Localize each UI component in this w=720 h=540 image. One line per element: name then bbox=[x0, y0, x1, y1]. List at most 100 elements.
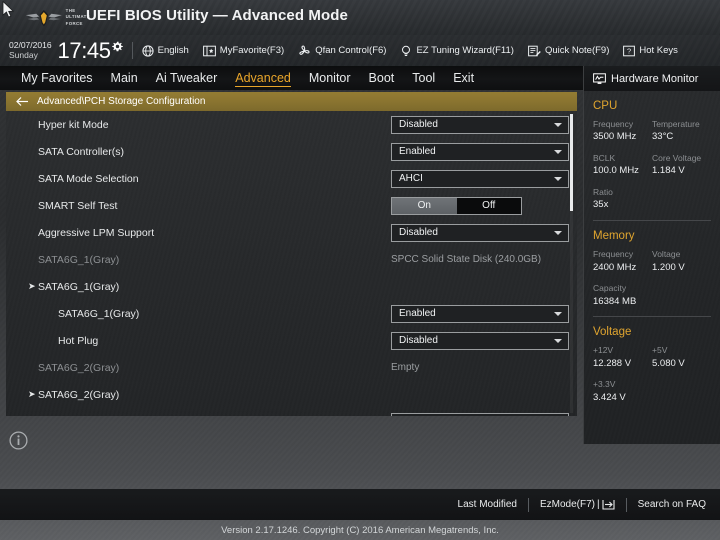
hwm-metric-value: 100.0 MHz bbox=[593, 165, 639, 177]
tab-my-favorites[interactable]: My Favorites bbox=[12, 66, 102, 90]
hwm-metric-value: 33°C bbox=[652, 131, 674, 143]
setting-toggle[interactable]: On Off bbox=[391, 196, 522, 215]
settings-scrollbar[interactable] bbox=[570, 114, 573, 413]
settings-list: Hyper kit Mode Disabled SATA Controller(s)… bbox=[6, 111, 569, 416]
tab-monitor[interactable]: Monitor bbox=[300, 66, 360, 90]
version-text: Version 2.17.1246. Copyright (C) 2016 Am… bbox=[221, 524, 499, 536]
language-button[interactable]: English bbox=[142, 44, 189, 57]
hwm-metric-label: Temperature bbox=[652, 119, 700, 129]
bios-screen: THE ULTIMATE FORCE UEFI BIOS Utility — A… bbox=[0, 0, 720, 540]
hwm-metric-value: 5.080 V bbox=[652, 357, 685, 369]
language-label: English bbox=[157, 45, 189, 56]
setting-label: SATA6G_1(Gray) bbox=[58, 307, 140, 320]
hwm-metric-label: Core Voltage bbox=[652, 153, 702, 164]
hwm-metric: +5V 5.080 V bbox=[652, 344, 711, 370]
page-title: UEFI BIOS Utility — Advanced Mode bbox=[86, 7, 348, 24]
bottom-bar: Last Modified EzMode(F7) | Search on FAQ bbox=[0, 489, 720, 520]
setting-dropdown[interactable]: Enabled bbox=[391, 142, 569, 161]
info-circle-icon[interactable] bbox=[9, 431, 28, 450]
globe-icon bbox=[142, 44, 154, 57]
chevron-down-icon[interactable] bbox=[554, 149, 562, 154]
tab-advanced[interactable]: Advanced bbox=[226, 66, 300, 90]
ez-tuning-wizard-button[interactable]: EZ Tuning Wizard(F11) bbox=[400, 45, 514, 57]
toggle-on-segment[interactable]: On bbox=[392, 197, 457, 214]
search-on-faq-button[interactable]: Search on FAQ bbox=[638, 499, 706, 510]
fan-icon bbox=[299, 44, 310, 55]
setting-dropdown[interactable]: Disabled bbox=[391, 331, 569, 350]
setting-row: SATA Controller(s) Enabled bbox=[6, 138, 569, 165]
tab-ai-tweaker[interactable]: Ai Tweaker bbox=[147, 66, 227, 90]
hwm-metric-value: 12.288 V bbox=[593, 357, 632, 369]
ezmode-button[interactable]: EzMode(F7) | bbox=[540, 499, 615, 510]
note-icon bbox=[528, 45, 541, 56]
myfavorite-button[interactable]: MyFavorite(F3) bbox=[202, 45, 284, 57]
hot-keys-button[interactable]: ? Hot Keys bbox=[623, 45, 678, 57]
setting-label: SATA Mode Selection bbox=[38, 172, 139, 185]
clock-value: 17:45 bbox=[57, 37, 111, 63]
expand-arrow-icon[interactable]: ➤ bbox=[28, 389, 36, 400]
setting-row: SATA6G_1(Gray) Enabled bbox=[6, 300, 569, 327]
hot-keys-label: Hot Keys bbox=[639, 45, 678, 56]
dropdown-value: Disabled bbox=[399, 335, 438, 346]
chevron-down-icon[interactable] bbox=[554, 338, 562, 343]
hwm-metric-label: Ratio bbox=[593, 187, 613, 198]
chevron-down-icon[interactable] bbox=[554, 122, 562, 127]
hwm-section-title: Voltage bbox=[593, 326, 632, 339]
tab-exit[interactable]: Exit bbox=[444, 66, 483, 90]
hwm-metric-value: 2400 MHz bbox=[593, 261, 637, 273]
setting-row: Hot Plug Disabled bbox=[6, 327, 569, 354]
dropdown-value: Disabled bbox=[399, 119, 438, 130]
hwm-section: Voltage +12V 12.288 V +5V 5.080 V +3.3V 3.424 … bbox=[584, 326, 720, 412]
setting-dropdown[interactable]: Disabled bbox=[391, 223, 569, 242]
setting-row: ➤ SATA6G_2(Gray) bbox=[6, 381, 566, 408]
hardware-monitor-header: Hardware Monitor bbox=[584, 66, 720, 91]
breadcrumb[interactable]: Advanced\PCH Storage Configuration bbox=[6, 92, 577, 111]
hwm-row: +12V 12.288 V +5V 5.080 V bbox=[593, 344, 711, 378]
hwm-metric: +12V 12.288 V bbox=[593, 344, 652, 370]
scrollbar-thumb[interactable] bbox=[570, 114, 573, 211]
hwm-metric: Core Voltage 1.184 V bbox=[652, 152, 711, 178]
setting-readonly-value: Empty bbox=[391, 362, 420, 373]
last-modified-button[interactable]: Last Modified bbox=[458, 499, 517, 510]
setting-dropdown[interactable]: AHCI bbox=[391, 169, 569, 188]
hwm-metric-label: Frequency bbox=[593, 119, 634, 129]
quick-note-button[interactable]: Quick Note(F9) bbox=[528, 45, 609, 57]
hwm-metric: Capacity 16384 MB bbox=[593, 282, 654, 308]
tab-main[interactable]: Main bbox=[102, 66, 147, 90]
setting-label[interactable]: SATA6G_1(Gray) bbox=[38, 281, 119, 293]
hwm-metric: Voltage 1.200 V bbox=[652, 248, 711, 274]
setting-dropdown[interactable] bbox=[391, 412, 569, 416]
ezmode-pipe: | bbox=[597, 499, 600, 510]
tab-tool[interactable]: Tool bbox=[403, 66, 444, 90]
hwm-divider bbox=[593, 316, 711, 318]
dropdown-value: Disabled bbox=[399, 227, 438, 238]
bottom-divider-2 bbox=[625, 497, 627, 512]
star-book-icon bbox=[202, 45, 216, 56]
toggle-off-segment[interactable]: Off bbox=[457, 198, 522, 214]
hwm-metric: Temperature 33°C bbox=[652, 118, 711, 144]
chevron-down-icon[interactable] bbox=[554, 311, 562, 316]
qfan-control-button[interactable]: Qfan Control(F6) bbox=[298, 44, 386, 57]
setting-row: SATA6G_1(Gray) SPCC Solid State Disk (240… bbox=[6, 246, 566, 273]
setting-label: Aggressive LPM Support bbox=[38, 226, 155, 239]
hwm-metric-label: BCLK bbox=[593, 153, 616, 164]
hwm-section: CPU Frequency 3500 MHz Temperature 33°C BCLK 1… bbox=[584, 100, 720, 220]
setting-dropdown[interactable]: Disabled bbox=[391, 115, 569, 134]
expand-arrow-icon[interactable]: ➤ bbox=[28, 281, 36, 292]
hwm-metric-label: +5V bbox=[652, 345, 668, 356]
hwm-metric-label: Frequency bbox=[593, 249, 634, 260]
gear-icon[interactable] bbox=[111, 41, 123, 52]
setting-dropdown[interactable]: Enabled bbox=[391, 304, 569, 323]
ezmode-label: EzMode(F7) bbox=[540, 499, 596, 510]
chevron-down-icon[interactable] bbox=[554, 176, 562, 181]
tab-boot[interactable]: Boot bbox=[360, 66, 404, 90]
setting-label[interactable]: SATA6G_2(Gray) bbox=[38, 389, 119, 401]
date-display: 02/07/2016 Sunday bbox=[9, 41, 52, 60]
svg-text:?: ? bbox=[627, 46, 631, 55]
setting-readonly-value: SPCC Solid State Disk (240.0GB) bbox=[391, 254, 542, 265]
dropdown-value: Enabled bbox=[399, 308, 436, 319]
chevron-down-icon[interactable] bbox=[554, 230, 562, 235]
hwm-metric-label: Capacity bbox=[593, 283, 627, 294]
hardware-monitor-panel: Hardware Monitor CPU Frequency 3500 MHz Tem… bbox=[583, 66, 720, 444]
back-arrow-icon[interactable] bbox=[16, 96, 29, 107]
